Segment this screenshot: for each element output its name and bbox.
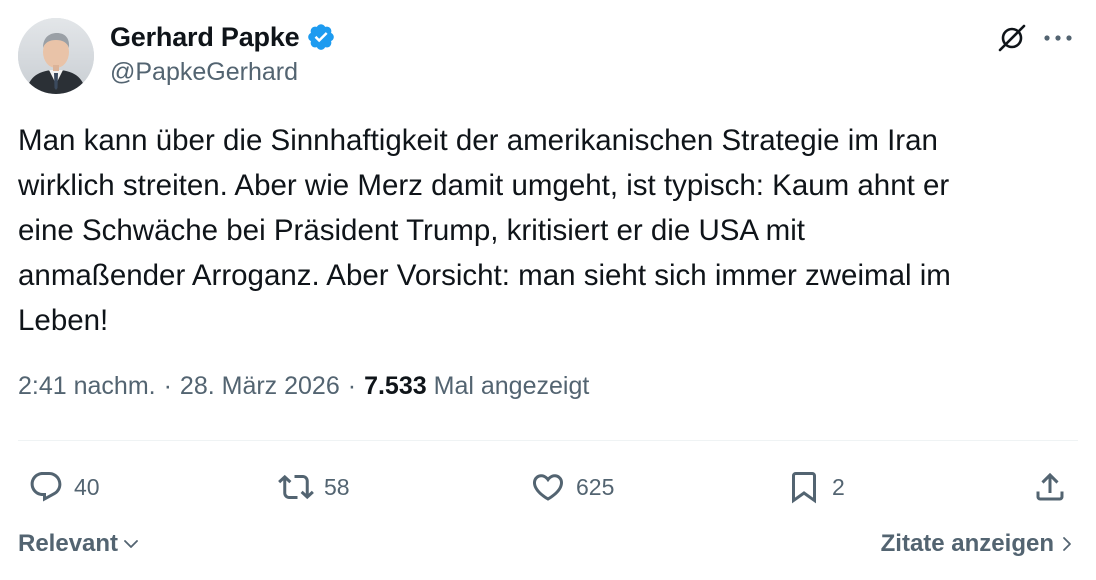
chevron-down-icon — [122, 535, 140, 553]
view-quotes-link[interactable]: Zitate anzeigen — [881, 530, 1076, 558]
grok-icon[interactable] — [992, 18, 1032, 58]
bookmark-count: 2 — [832, 473, 845, 500]
bookmark-icon — [786, 469, 822, 505]
author-block: Gerhard Papke @PapkeGerhard — [110, 20, 336, 87]
divider — [18, 440, 1078, 441]
tweet-meta: 2:41 nachm. · 28. März 2026 · 7.533 Mal … — [18, 372, 589, 401]
chevron-right-icon — [1058, 535, 1076, 553]
sort-dropdown[interactable]: Relevant — [18, 530, 140, 558]
tweet-header: Gerhard Papke @PapkeGerhard — [18, 18, 1078, 94]
heart-icon — [530, 469, 566, 505]
views-label[interactable]: Mal angezeigt — [434, 372, 590, 401]
like-button[interactable]: 625 — [530, 464, 614, 510]
more-icon[interactable] — [1038, 18, 1078, 58]
top-actions — [992, 18, 1078, 58]
reply-button[interactable]: 40 — [28, 464, 100, 510]
reply-icon — [28, 469, 64, 505]
action-bar: 40 58 625 2 — [18, 464, 1078, 510]
avatar[interactable] — [18, 18, 94, 94]
name-row: Gerhard Papke — [110, 20, 336, 54]
share-icon — [1032, 469, 1068, 505]
share-button[interactable] — [1032, 464, 1068, 510]
reply-count: 40 — [74, 473, 100, 500]
verified-badge-icon[interactable] — [306, 22, 336, 52]
quotes-label: Zitate anzeigen — [880, 530, 1054, 557]
meta-separator: · — [347, 372, 357, 400]
retweet-icon — [278, 469, 314, 505]
tweet-text: Man kann über die Sinnhaftigkeit der ame… — [18, 124, 951, 337]
sort-label: Relevant — [18, 530, 119, 557]
views-count[interactable]: 7.533 — [364, 372, 427, 401]
meta-separator: · — [163, 372, 172, 400]
tweet-time[interactable]: 2:41 nachm. — [18, 372, 156, 401]
tweet-date[interactable]: 28. März 2026 — [180, 372, 340, 401]
retweet-count: 58 — [324, 473, 350, 500]
like-count: 625 — [576, 473, 615, 500]
author-handle[interactable]: @PapkeGerhard — [110, 58, 336, 87]
author-display-name[interactable]: Gerhard Papke — [110, 22, 300, 53]
retweet-button[interactable]: 58 — [278, 464, 350, 510]
bookmark-button[interactable]: 2 — [786, 464, 845, 510]
